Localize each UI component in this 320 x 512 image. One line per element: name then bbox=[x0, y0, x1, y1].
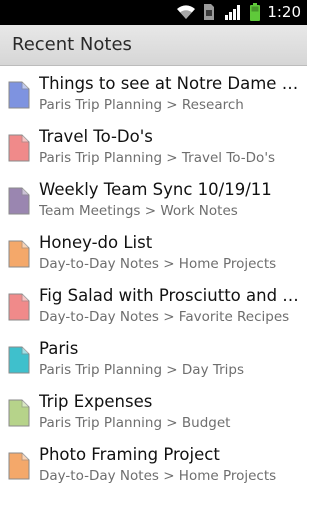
clock-time: 1:20 bbox=[267, 3, 301, 21]
note-item[interactable]: Weekly Team Sync 10/19/11 Team Meetings … bbox=[0, 172, 307, 225]
note-notebook-path: Day-to-Day Notes > Home Projects bbox=[39, 256, 277, 272]
battery-icon bbox=[249, 3, 261, 26]
note-icon-shape bbox=[8, 187, 30, 215]
note-title: Things to see at Notre Dame Cat... bbox=[39, 74, 303, 93]
note-icon bbox=[8, 187, 30, 215]
sim-card-icon bbox=[203, 3, 215, 25]
wifi-icon bbox=[176, 3, 196, 25]
note-icon-shape bbox=[8, 81, 30, 109]
note-item[interactable]: Things to see at Notre Dame Cat... Paris… bbox=[0, 66, 307, 119]
note-icon bbox=[8, 134, 30, 162]
note-icon bbox=[8, 452, 30, 480]
note-title: Fig Salad with Prosciutto and Wa... bbox=[39, 286, 303, 305]
note-icon bbox=[8, 81, 30, 109]
note-title: Honey-do List bbox=[39, 233, 153, 252]
note-icon-shape bbox=[8, 240, 30, 268]
note-item[interactable]: Trip Expenses Paris Trip Planning > Budg… bbox=[0, 384, 307, 437]
status-bar: 1:20 bbox=[0, 0, 307, 25]
note-icon bbox=[8, 293, 30, 321]
note-notebook-path: Paris Trip Planning > Budget bbox=[39, 415, 231, 431]
note-icon-shape bbox=[8, 399, 30, 427]
note-title: Trip Expenses bbox=[39, 392, 153, 411]
note-icon bbox=[8, 346, 30, 374]
note-title: Photo Framing Project bbox=[39, 445, 220, 464]
note-notebook-path: Paris Trip Planning > Research bbox=[39, 97, 244, 113]
signal-icon bbox=[224, 3, 242, 25]
note-item[interactable]: Fig Salad with Prosciutto and Wa... Day-… bbox=[0, 278, 307, 331]
note-title: Weekly Team Sync 10/19/11 bbox=[39, 180, 272, 199]
note-icon-shape bbox=[8, 452, 30, 480]
note-item[interactable]: Photo Framing Project Day-to-Day Notes >… bbox=[0, 437, 307, 490]
note-title: Paris bbox=[39, 339, 79, 358]
note-title: Travel To-Do's bbox=[39, 127, 153, 146]
page-title: Recent Notes bbox=[12, 34, 132, 55]
note-icon-shape bbox=[8, 134, 30, 162]
note-icon bbox=[8, 399, 30, 427]
note-notebook-path: Day-to-Day Notes > Favorite Recipes bbox=[39, 309, 290, 325]
note-notebook-path: Day-to-Day Notes > Home Projects bbox=[39, 468, 277, 484]
note-notebook-path: Paris Trip Planning > Day Trips bbox=[39, 362, 245, 378]
title-bar: Recent Notes bbox=[0, 25, 307, 66]
note-item[interactable]: Travel To-Do's Paris Trip Planning > Tra… bbox=[0, 119, 307, 172]
note-icon-shape bbox=[8, 293, 30, 321]
note-notebook-path: Paris Trip Planning > Travel To-Do's bbox=[39, 150, 276, 166]
note-item[interactable]: Paris Paris Trip Planning > Day Trips bbox=[0, 331, 307, 384]
recent-notes-list: Things to see at Notre Dame Cat... Paris… bbox=[0, 66, 307, 490]
note-icon-shape bbox=[8, 346, 30, 374]
note-notebook-path: Team Meetings > Work Notes bbox=[39, 203, 238, 219]
note-icon bbox=[8, 240, 30, 268]
note-item[interactable]: Honey-do List Day-to-Day Notes > Home Pr… bbox=[0, 225, 307, 278]
